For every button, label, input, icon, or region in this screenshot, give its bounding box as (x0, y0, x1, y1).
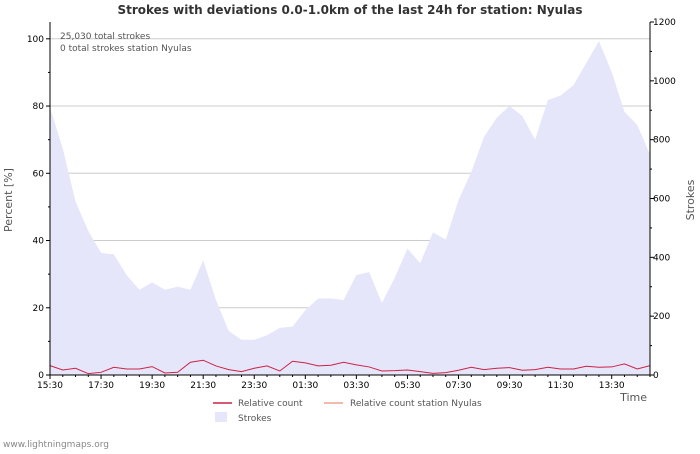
x-tick-label-0530: 05:30 (394, 381, 420, 391)
y-right-tick-label-200: 200 (653, 312, 670, 322)
x-tick-label-1130: 11:30 (548, 381, 574, 391)
x-tick-label-0930: 09:30 (497, 381, 523, 391)
annotation-station-strokes: 0 total strokes station Nyulas (60, 44, 192, 54)
y-left-tick-label-0: 0 (38, 371, 44, 381)
x-tick-label-2330: 23:30 (241, 381, 267, 391)
x-axis-label: Time (619, 391, 647, 404)
y-right-tick-label-1200: 1200 (653, 18, 676, 28)
x-tick-label-0330: 03:30 (343, 381, 369, 391)
x-tick-label-1930: 19:30 (139, 381, 165, 391)
legend-label-strokes: Strokes (238, 414, 272, 424)
legend-swatch-strokes (215, 412, 227, 422)
chart-title: Strokes with deviations 0.0-1.0km of the… (117, 3, 582, 17)
y-right-tick-label-1000: 1000 (653, 77, 676, 87)
y-left-tick-label-60: 60 (33, 169, 45, 179)
annotation-total-strokes: 25,030 total strokes (60, 32, 150, 42)
y-right-tick-label-600: 600 (653, 195, 670, 205)
y-axis-left-label: Percent [%] (2, 168, 15, 232)
x-tick-label-2130: 21:30 (190, 381, 216, 391)
legend: Relative count Relative count station Ny… (213, 399, 482, 424)
x-tick-label-1730: 17:30 (88, 381, 114, 391)
legend-item-relative-count: Relative count (213, 399, 303, 409)
x-tick-label-0130: 01:30 (292, 381, 318, 391)
y-left-tick-label-100: 100 (27, 35, 44, 45)
chart-svg: Strokes with deviations 0.0-1.0km of the… (2, 3, 697, 450)
x-tick-label-1330: 13:30 (599, 381, 625, 391)
y-left-tick-label-80: 80 (33, 102, 45, 112)
legend-label-relative-count-station: Relative count station Nyulas (350, 399, 482, 409)
legend-item-relative-count-station: Relative count station Nyulas (324, 399, 482, 409)
x-tick-label-1530: 15:30 (37, 381, 63, 391)
y-right-tick-label-800: 800 (653, 136, 670, 146)
series-area-strokes (50, 41, 650, 376)
y-right-tick-label-0: 0 (653, 371, 659, 381)
x-tick-label-0730: 07:30 (446, 381, 472, 391)
strokes-area-layer (50, 41, 650, 376)
y-axis-right-label: Strokes (684, 179, 697, 220)
y-right-tick-label-400: 400 (653, 253, 670, 263)
y-left-tick-label-40: 40 (33, 237, 45, 247)
legend-label-relative-count: Relative count (238, 399, 303, 409)
y-left-tick-label-20: 20 (33, 304, 45, 314)
legend-item-strokes: Strokes (215, 412, 272, 424)
chart-page: Strokes with deviations 0.0-1.0km of the… (0, 0, 700, 450)
footer-site: www.lightningmaps.org (3, 440, 109, 450)
